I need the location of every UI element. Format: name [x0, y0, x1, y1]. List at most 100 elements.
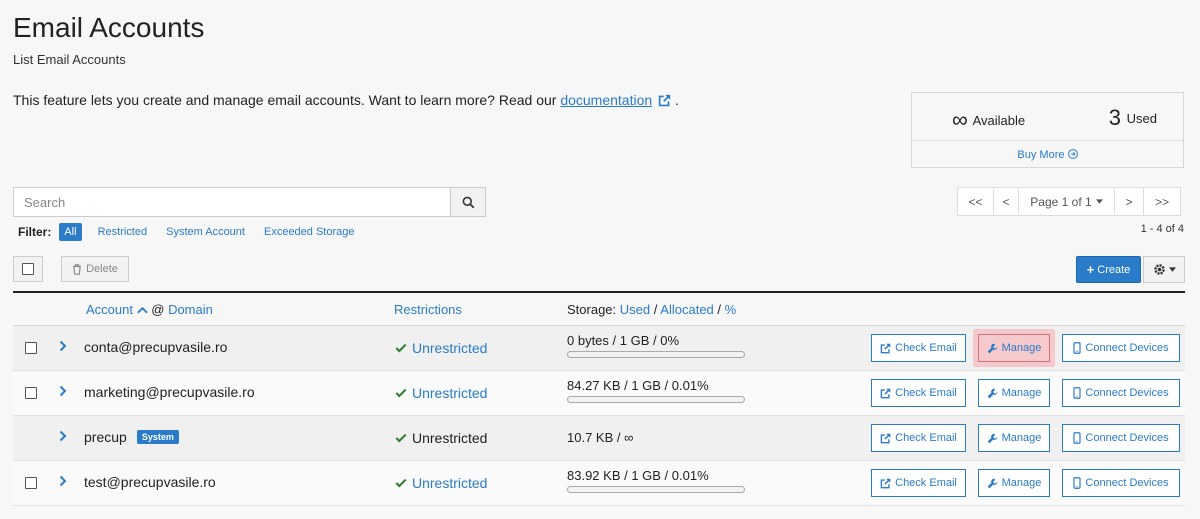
plus-icon: + — [1086, 262, 1095, 277]
settings-dropdown-button[interactable] — [1143, 256, 1185, 283]
row-checkbox[interactable] — [25, 477, 37, 489]
sort-up-icon — [136, 306, 148, 314]
delete-label: Delete — [86, 263, 118, 275]
search-icon — [462, 196, 474, 208]
restriction-link[interactable]: Unrestricted — [412, 385, 487, 401]
connect-devices-label: Connect Devices — [1085, 477, 1169, 489]
check-icon — [395, 433, 407, 443]
storage-usage: 10.7 KB / ∞ — [567, 430, 633, 445]
checkbox-box — [22, 263, 34, 275]
sort-restrictions[interactable]: Restrictions — [394, 302, 462, 317]
mobile-phone-icon — [1073, 342, 1082, 354]
available-stat: ∞ Available — [952, 107, 1025, 133]
last-page-button[interactable]: >> — [1144, 188, 1180, 215]
chevron-right-icon — [59, 385, 67, 397]
sort-allocated[interactable]: Allocated — [660, 302, 713, 317]
restriction-link[interactable]: Unrestricted — [412, 340, 487, 356]
checkbox-box — [25, 387, 37, 399]
first-page-button[interactable]: << — [958, 188, 994, 215]
table-row: precup System Unrestricted 10.7 KB / ∞ C… — [13, 416, 1185, 461]
next-page-button[interactable]: > — [1115, 188, 1144, 215]
search-button[interactable] — [450, 188, 485, 216]
expand-row-button[interactable] — [59, 429, 67, 447]
manage-label: Manage — [1001, 432, 1042, 444]
expand-row-button[interactable] — [59, 384, 67, 402]
storage-text: 10.7 KB / ∞ — [567, 430, 634, 445]
connect-devices-button[interactable]: Connect Devices — [1062, 469, 1180, 497]
expand-row-button[interactable] — [59, 474, 67, 492]
external-link-icon — [880, 388, 891, 398]
check-email-label: Check Email — [895, 477, 957, 489]
external-link-icon — [880, 343, 891, 353]
account-name-text: marketing@precupvasile.ro — [84, 384, 255, 400]
storage-column-header: Storage: Used / Allocated / % — [567, 302, 736, 317]
delete-button[interactable]: Delete — [61, 256, 129, 282]
page-subtitle: List Email Accounts — [13, 52, 126, 67]
caret-down-icon — [1095, 199, 1103, 204]
prev-page-button[interactable]: < — [994, 188, 1019, 215]
chevron-right-icon — [59, 340, 67, 352]
storage-progress-bar — [567, 396, 745, 403]
create-label: Create — [1097, 263, 1131, 276]
filter-label: Filter: — [18, 225, 52, 239]
chevron-right-icon — [59, 475, 67, 487]
intro-text: This feature lets you create and manage … — [13, 92, 679, 108]
filter-all[interactable]: All — [59, 223, 82, 241]
page-select-label: Page 1 of 1 — [1030, 194, 1092, 209]
external-link-icon[interactable] — [658, 94, 671, 107]
check-email-button[interactable]: Check Email — [871, 424, 966, 452]
sort-domain[interactable]: Domain — [168, 302, 213, 317]
row-checkbox[interactable] — [25, 342, 37, 354]
page-select[interactable]: Page 1 of 1 — [1019, 188, 1115, 215]
available-label: Available — [972, 113, 1026, 128]
manage-button[interactable]: Manage — [978, 469, 1050, 497]
manage-label: Manage — [1001, 477, 1042, 489]
row-checkbox[interactable] — [25, 387, 37, 399]
connect-devices-button[interactable]: Connect Devices — [1062, 424, 1180, 452]
gear-icon — [1153, 264, 1165, 275]
storage-progress-bar — [567, 486, 745, 493]
create-button[interactable]: + Create — [1076, 256, 1141, 283]
expand-row-button[interactable] — [59, 339, 67, 357]
account-name-text: precup — [84, 429, 127, 445]
buy-more-label: Buy More — [1017, 149, 1065, 161]
connect-devices-label: Connect Devices — [1085, 387, 1169, 399]
manage-label: Manage — [1001, 387, 1042, 399]
restriction-status: Unrestricted — [395, 430, 487, 446]
select-all-checkbox[interactable] — [13, 256, 43, 282]
used-label: Used — [1126, 111, 1157, 126]
filter-system-account[interactable]: System Account — [166, 226, 245, 238]
check-email-button[interactable]: Check Email — [871, 334, 966, 362]
manage-button[interactable]: Manage — [978, 379, 1050, 407]
check-email-button[interactable]: Check Email — [871, 379, 966, 407]
search-input[interactable] — [14, 188, 451, 216]
available-value: ∞ — [952, 107, 968, 132]
restriction-link[interactable]: Unrestricted — [412, 475, 487, 491]
storage-usage: 84.27 KB / 1 GB / 0.01% — [567, 378, 745, 403]
storage-text: 83.92 KB / 1 GB / 0.01% — [567, 468, 709, 483]
check-email-button[interactable]: Check Email — [871, 469, 966, 497]
account-column-header: Account @ Domain — [86, 302, 213, 317]
wrench-icon — [987, 433, 997, 443]
storage-usage: 83.92 KB / 1 GB / 0.01% — [567, 468, 745, 493]
checkbox-box — [25, 342, 37, 354]
storage-separator: / — [717, 302, 722, 317]
storage-prefix: Storage: — [567, 302, 617, 317]
used-value: 3 — [1108, 105, 1122, 130]
documentation-link[interactable]: documentation — [560, 92, 652, 108]
filter-exceeded-storage[interactable]: Exceeded Storage — [264, 226, 355, 238]
account-name: marketing@precupvasile.ro — [84, 384, 255, 400]
table-row: marketing@precupvasile.ro Unrestricted 8… — [13, 371, 1185, 416]
sort-percent[interactable]: % — [725, 302, 737, 317]
wrench-icon — [987, 388, 997, 398]
filter-restricted[interactable]: Restricted — [98, 226, 148, 238]
table-row: test@precupvasile.ro Unrestricted 83.92 … — [13, 461, 1185, 506]
manage-button[interactable]: Manage — [978, 424, 1050, 452]
connect-devices-button[interactable]: Connect Devices — [1062, 379, 1180, 407]
at-separator: @ — [151, 302, 165, 317]
sort-used[interactable]: Used — [620, 302, 650, 317]
buy-more-link[interactable]: Buy More — [912, 149, 1183, 161]
connect-devices-button[interactable]: Connect Devices — [1062, 334, 1180, 362]
sort-account[interactable]: Account — [86, 302, 133, 317]
manage-button[interactable]: Manage — [978, 334, 1050, 362]
